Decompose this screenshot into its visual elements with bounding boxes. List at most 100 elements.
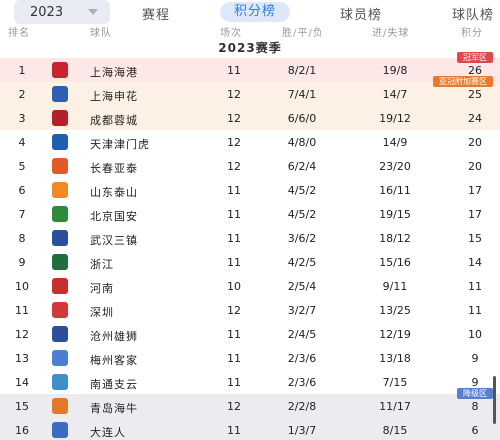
team-name: 成都蓉城 (90, 114, 138, 127)
team-logo-icon (52, 374, 68, 390)
team-logo-icon (52, 158, 68, 174)
rank-value: 3 (18, 112, 26, 125)
team-name: 南通支云 (90, 378, 138, 391)
table-row[interactable]: 6 山东泰山 11 4/5/2 16/11 17 (0, 178, 500, 202)
team-logo-icon (52, 302, 68, 318)
team-logo-icon (52, 254, 68, 270)
played-value: 11 (227, 424, 241, 437)
top-tab-bar: 2023 赛程 积分榜 球员榜 球队榜 (0, 0, 500, 24)
goals-value: 19/8 (382, 64, 408, 77)
points-value: 17 (468, 208, 482, 221)
season-dropdown[interactable]: 2023 (14, 0, 110, 24)
table-row[interactable]: 8 武汉三镇 11 3/6/2 18/12 15 (0, 226, 500, 250)
team-name: 大连人 (90, 426, 126, 439)
rank-value: 16 (15, 424, 29, 437)
scrollbar-thumb[interactable] (493, 376, 496, 424)
season-title: 2023赛季 (218, 41, 282, 55)
team-name: 武汉三镇 (90, 234, 138, 247)
table-row[interactable]: 1 上海海港 11 8/2/1 19/8 26 冠军区 (0, 52, 500, 82)
rank-value: 4 (18, 136, 26, 149)
team-logo-icon (52, 398, 68, 414)
played-value: 11 (227, 208, 241, 221)
rank-value: 6 (18, 184, 26, 197)
goals-value: 14/7 (382, 88, 408, 101)
wdl-value: 2/3/6 (287, 376, 317, 389)
rank-value: 9 (18, 256, 26, 269)
wdl-value: 1/3/7 (287, 424, 317, 437)
team-name: 北京国安 (90, 210, 138, 223)
header-played: 场次 (220, 28, 242, 39)
table-row[interactable]: 11 深圳 12 3/2/7 13/25 11 (0, 298, 500, 322)
played-value: 12 (227, 160, 241, 173)
rank-value: 2 (18, 88, 26, 101)
rank-value: 7 (18, 208, 26, 221)
tab-standings[interactable]: 积分榜 (220, 2, 291, 22)
points-value: 25 (468, 88, 482, 101)
wdl-value: 2/2/8 (287, 400, 317, 413)
played-value: 12 (227, 112, 241, 125)
table-row[interactable]: 2 上海申花 12 7/4/1 14/7 25 亚冠附加赛区 (0, 76, 500, 106)
goals-value: 13/18 (379, 352, 411, 365)
wdl-value: 2/3/6 (287, 352, 317, 365)
played-value: 11 (227, 64, 241, 77)
played-value: 11 (227, 184, 241, 197)
table-row[interactable]: 14 南通支云 11 2/3/6 7/15 9 (0, 370, 500, 394)
tab-schedule[interactable]: 赛程 (142, 4, 170, 23)
wdl-value: 3/2/7 (287, 304, 317, 317)
team-name: 山东泰山 (90, 186, 138, 199)
goals-value: 16/11 (379, 184, 411, 197)
tab-team-rankings[interactable]: 球队榜 (452, 4, 494, 23)
tab-player-rankings[interactable]: 球员榜 (340, 4, 382, 23)
points-value: 11 (468, 304, 482, 317)
goals-value: 8/15 (382, 424, 408, 437)
played-value: 11 (227, 256, 241, 269)
table-row[interactable]: 3 成都蓉城 12 6/6/0 19/12 24 (0, 106, 500, 130)
team-name: 深圳 (90, 306, 114, 319)
wdl-value: 6/2/4 (287, 160, 317, 173)
points-value: 15 (468, 232, 482, 245)
rank-value: 14 (15, 376, 29, 389)
rank-value: 13 (15, 352, 29, 365)
team-name: 浙江 (90, 258, 114, 271)
table-row[interactable]: 9 浙江 11 4/2/5 15/16 14 (0, 250, 500, 274)
points-value: 17 (468, 184, 482, 197)
played-value: 11 (227, 352, 241, 365)
rank-value: 11 (15, 304, 29, 317)
wdl-value: 7/4/1 (287, 88, 317, 101)
team-logo-icon (52, 86, 68, 102)
header-wdl: 胜/平/负 (282, 28, 324, 39)
goals-value: 18/12 (379, 232, 411, 245)
team-logo-icon (52, 230, 68, 246)
table-row[interactable]: 5 长春亚泰 12 6/2/4 23/20 20 (0, 154, 500, 178)
team-logo-icon (52, 350, 68, 366)
goals-value: 13/25 (379, 304, 411, 317)
wdl-value: 8/2/1 (287, 64, 317, 77)
table-row[interactable]: 4 天津津门虎 12 4/8/0 14/9 20 (0, 130, 500, 154)
team-logo-icon (52, 278, 68, 294)
header-points: 积分 (461, 28, 483, 39)
points-value: 10 (468, 328, 482, 341)
goals-value: 7/15 (382, 376, 408, 389)
table-row[interactable]: 7 北京国安 11 4/5/2 19/15 17 (0, 202, 500, 226)
team-name: 上海申花 (90, 90, 138, 103)
points-value: 20 (468, 160, 482, 173)
played-value: 10 (227, 280, 241, 293)
table-row[interactable]: 15 青岛海牛 12 2/2/8 11/17 8 降级区 (0, 388, 500, 418)
chevron-down-icon (88, 9, 98, 15)
points-value: 14 (468, 256, 482, 269)
header-rank: 排名 (8, 28, 30, 39)
wdl-value: 6/6/0 (287, 112, 317, 125)
table-row[interactable]: 12 沧州雄狮 11 2/4/5 12/19 10 (0, 322, 500, 346)
played-value: 12 (227, 88, 241, 101)
played-value: 12 (227, 136, 241, 149)
table-row[interactable]: 13 梅州客家 11 2/3/6 13/18 9 (0, 346, 500, 370)
rank-value: 10 (15, 280, 29, 293)
team-logo-icon (52, 134, 68, 150)
acl-playoff-zone-badge: 亚冠附加赛区 (433, 76, 493, 87)
points-value: 11 (468, 280, 482, 293)
table-row[interactable]: 10 河南 10 2/5/4 9/11 11 (0, 274, 500, 298)
table-row[interactable]: 16 大连人 11 1/3/7 8/15 6 (0, 418, 500, 440)
team-logo-icon (52, 182, 68, 198)
goals-value: 11/17 (379, 400, 411, 413)
wdl-value: 4/5/2 (287, 184, 317, 197)
